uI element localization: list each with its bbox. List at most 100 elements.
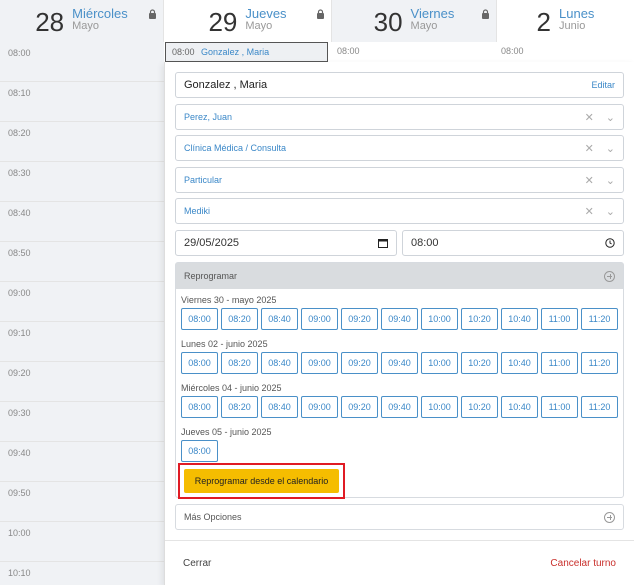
time-slot-button[interactable]: 09:00 xyxy=(301,396,338,418)
time-slot-button[interactable]: 10:40 xyxy=(501,396,538,418)
clear-icon[interactable]: ✕ xyxy=(585,205,594,218)
time-slot-button[interactable]: 09:20 xyxy=(341,308,378,330)
time-slot-button[interactable]: 10:00 xyxy=(421,308,458,330)
clear-icon[interactable]: ✕ xyxy=(585,142,594,155)
close-button[interactable]: Cerrar xyxy=(183,558,211,569)
reschedule-header[interactable]: Reprogramar xyxy=(176,263,623,289)
time-slot-button[interactable]: 09:40 xyxy=(381,308,418,330)
time-slot-button[interactable]: 09:40 xyxy=(381,352,418,374)
time-label: 10:10 xyxy=(8,568,31,578)
time-slot-button[interactable]: 08:40 xyxy=(261,396,298,418)
time-slot-button[interactable]: 11:20 xyxy=(581,396,618,418)
reschedule-day: Viernes 30 - mayo 2025 08:00 08:20 08:40 09… xyxy=(181,295,618,330)
time-slot-button[interactable]: 09:40 xyxy=(381,396,418,418)
time-slot-button[interactable]: 10:40 xyxy=(501,352,538,374)
time-label: 09:50 xyxy=(8,488,31,498)
time-slot-button[interactable]: 09:00 xyxy=(301,308,338,330)
time-slot-button[interactable]: 10:20 xyxy=(461,352,498,374)
time-slot-button[interactable]: 08:00 xyxy=(181,352,218,374)
panel-footer: Cerrar Cancelar turno xyxy=(165,540,634,585)
time-label: 09:30 xyxy=(8,408,31,418)
time-slot-button[interactable]: 08:00 xyxy=(181,440,218,462)
more-options-section[interactable]: Más Opciones xyxy=(175,504,624,530)
time-label: 09:20 xyxy=(8,368,31,378)
reschedule-section: Reprogramar Viernes 30 - mayo 2025 08:00… xyxy=(175,262,624,499)
edit-link[interactable]: Editar xyxy=(591,80,615,90)
reschedule-day-title: Lunes 02 - junio 2025 xyxy=(181,339,268,349)
chevron-down-icon[interactable]: ⌄ xyxy=(606,205,615,218)
time-label: 08:30 xyxy=(8,168,31,178)
slot-list: 08:00 08:20 08:40 09:00 09:20 09:40 10:00 10:20… xyxy=(181,352,618,374)
clear-icon[interactable]: ✕ xyxy=(585,111,594,124)
appointment-panel: Gonzalez , Maria Editar Perez, Juan ✕ ⌄ C… xyxy=(164,62,634,585)
highlight-box: Reprogramar desde el calendario xyxy=(178,463,345,499)
lock-icon xyxy=(317,9,324,19)
calendar-header: 28 Miércoles Mayo 29 Jueves Mayo 30 Vier… xyxy=(0,0,634,42)
time-slot-button[interactable]: 11:00 xyxy=(541,396,578,418)
time-slot-button[interactable]: 09:00 xyxy=(301,352,338,374)
day-number: 29 xyxy=(208,7,238,37)
chevron-down-icon[interactable]: ⌄ xyxy=(606,111,615,124)
time-slot-button[interactable]: 11:20 xyxy=(581,352,618,374)
monday-slot-time[interactable]: 08:00 xyxy=(501,46,524,56)
calendar-icon[interactable] xyxy=(378,238,388,248)
time-slot-button[interactable]: 08:00 xyxy=(181,396,218,418)
time-label: 08:10 xyxy=(8,88,31,98)
reschedule-day-title: Miércoles 04 - junio 2025 xyxy=(181,383,282,393)
day-header-wednesday[interactable]: 28 Miércoles Mayo xyxy=(0,0,164,42)
lock-icon xyxy=(482,9,489,19)
clear-icon[interactable]: ✕ xyxy=(585,174,594,187)
time-slot-button[interactable]: 09:20 xyxy=(341,396,378,418)
slot-list: 08:00 08:20 08:40 09:00 09:20 09:40 10:00 10:20… xyxy=(181,396,618,418)
time-input[interactable]: 08:00 xyxy=(402,230,624,256)
time-slot-button[interactable]: 10:20 xyxy=(461,396,498,418)
appointment-chip[interactable]: 08:00 Gonzalez , Maria xyxy=(165,42,328,62)
friday-slot-time[interactable]: 08:00 xyxy=(337,46,360,56)
time-slot-button[interactable]: 11:00 xyxy=(541,352,578,374)
clock-icon[interactable] xyxy=(605,238,615,248)
time-label: 08:40 xyxy=(8,208,31,218)
day-name: Jueves xyxy=(245,6,287,21)
coverage-value: Particular xyxy=(184,175,223,185)
coverage-select[interactable]: Particular ✕ ⌄ xyxy=(175,167,624,193)
patient-field[interactable]: Gonzalez , Maria Editar xyxy=(175,72,624,98)
day-month: Mayo xyxy=(245,20,273,32)
date-input[interactable]: 29/05/2025 xyxy=(175,230,397,256)
time-slot-button[interactable]: 10:20 xyxy=(461,308,498,330)
plan-select[interactable]: Mediki ✕ ⌄ xyxy=(175,198,624,224)
plan-value: Mediki xyxy=(184,206,211,216)
time-slot-button[interactable]: 08:00 xyxy=(181,308,218,330)
slot-list: 08:00 xyxy=(181,440,272,462)
time-slot-button[interactable]: 11:00 xyxy=(541,308,578,330)
service-value: Clínica Médica / Consulta xyxy=(184,143,287,153)
time-slot-button[interactable]: 08:40 xyxy=(261,308,298,330)
reschedule-day-title: Viernes 30 - mayo 2025 xyxy=(181,295,277,305)
time-slot-button[interactable]: 10:40 xyxy=(501,308,538,330)
appointment-time: 08:00 xyxy=(172,47,195,57)
time-label: 08:20 xyxy=(8,128,31,138)
time-slot-button[interactable]: 08:20 xyxy=(221,352,258,374)
day-header-monday[interactable]: 2 Lunes Junio xyxy=(497,0,634,42)
day-name: Miércoles xyxy=(72,6,128,21)
time-slot-button[interactable]: 10:00 xyxy=(421,396,458,418)
day-month: Mayo xyxy=(72,20,100,32)
reschedule-from-calendar-button[interactable]: Reprogramar desde el calendario xyxy=(184,469,339,493)
time-slot-button[interactable]: 10:00 xyxy=(421,352,458,374)
day-name: Lunes xyxy=(559,6,595,21)
time-slot-button[interactable]: 08:40 xyxy=(261,352,298,374)
time-slot-button[interactable]: 09:20 xyxy=(341,352,378,374)
expand-plus-icon[interactable] xyxy=(604,511,615,523)
time-slot-button[interactable]: 11:20 xyxy=(581,308,618,330)
time-label: 09:00 xyxy=(8,288,31,298)
chevron-down-icon[interactable]: ⌄ xyxy=(606,142,615,155)
cancel-appointment-button[interactable]: Cancelar turno xyxy=(550,558,616,569)
service-select[interactable]: Clínica Médica / Consulta ✕ ⌄ xyxy=(175,135,624,161)
expand-plus-icon[interactable] xyxy=(604,270,615,282)
chevron-down-icon[interactable]: ⌄ xyxy=(606,174,615,187)
appointment-patient: Gonzalez , Maria xyxy=(201,47,270,57)
time-slot-button[interactable]: 08:20 xyxy=(221,308,258,330)
professional-select[interactable]: Perez, Juan ✕ ⌄ xyxy=(175,104,624,130)
day-header-thursday[interactable]: 29 Jueves Mayo xyxy=(164,0,332,42)
day-header-friday[interactable]: 30 Viernes Mayo xyxy=(332,0,497,42)
time-slot-button[interactable]: 08:20 xyxy=(221,396,258,418)
